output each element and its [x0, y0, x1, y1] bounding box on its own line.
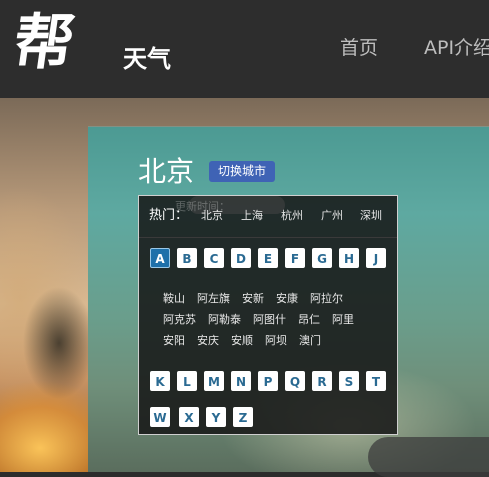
letter-e[interactable]: E [258, 248, 278, 268]
switch-city-button[interactable]: 切换城市 [209, 161, 276, 182]
city-item[interactable]: 安顺 [231, 330, 253, 351]
letter-b[interactable]: B [177, 248, 197, 268]
hot-city-hangzhou[interactable]: 杭州 [281, 209, 303, 223]
city-item[interactable]: 阿图什 [253, 309, 286, 330]
letter-h[interactable]: H [339, 248, 359, 268]
letter-d[interactable]: D [231, 248, 251, 268]
city-line: 阿克苏 阿勒泰 阿图什 昂仁 阿里 [163, 309, 383, 330]
city-item[interactable]: 安阳 [163, 330, 185, 351]
letter-s[interactable]: S [339, 371, 359, 391]
site-header: 帮 天气 首页 API介绍 [0, 0, 489, 99]
nav-item-api[interactable]: API介绍 [424, 34, 489, 62]
bottom-pill [368, 437, 489, 477]
letter-t[interactable]: T [366, 371, 386, 391]
letter-q[interactable]: Q [285, 371, 305, 391]
letter-g[interactable]: G [312, 248, 332, 268]
city-item[interactable]: 安庆 [197, 330, 219, 351]
city-item[interactable]: 阿拉尔 [310, 288, 343, 309]
city-item[interactable]: 阿勒泰 [208, 309, 241, 330]
city-item[interactable]: 安康 [276, 288, 298, 309]
city-item[interactable]: 阿克苏 [163, 309, 196, 330]
city-item[interactable]: 阿里 [332, 309, 354, 330]
city-line: 安阳 安庆 安顺 阿坝 澳门 [163, 330, 383, 351]
letter-a[interactable]: A [150, 248, 170, 268]
letter-c[interactable]: C [204, 248, 224, 268]
letter-r[interactable]: R [312, 371, 332, 391]
letter-f[interactable]: F [285, 248, 305, 268]
letter-k[interactable]: K [150, 371, 170, 391]
hot-city-beijing[interactable]: 北京 [201, 209, 223, 223]
city-item[interactable]: 安新 [242, 288, 264, 309]
city-item[interactable]: 澳门 [299, 330, 321, 351]
current-city-name: 北京 [138, 155, 195, 188]
main-nav: 首页 API介绍 [0, 34, 489, 62]
hot-cities-label: 热门： [149, 208, 189, 223]
city-item[interactable]: 鞍山 [163, 288, 185, 309]
city-item[interactable]: 阿左旗 [197, 288, 230, 309]
letter-y[interactable]: Y [206, 407, 226, 427]
letter-x[interactable]: X [179, 407, 199, 427]
city-line: 鞍山 阿左旗 安新 安康 阿拉尔 [163, 288, 383, 309]
city-list-a: 鞍山 阿左旗 安新 安康 阿拉尔 阿克苏 阿勒泰 阿图什 昂仁 阿里 安阳 安庆… [163, 288, 383, 351]
letter-n[interactable]: N [231, 371, 251, 391]
letter-m[interactable]: M [204, 371, 224, 391]
letter-l[interactable]: L [177, 371, 197, 391]
letter-j[interactable]: J [366, 248, 386, 268]
hot-city-shenzhen[interactable]: 深圳 [360, 209, 382, 223]
city-dropdown: 更新时间： 热门： 北京 上海 杭州 广州 深圳 A B C D E F G H… [138, 195, 398, 435]
hot-cities-row: 热门： 北京 上海 杭州 广州 深圳 [139, 196, 397, 238]
hot-city-guangzhou[interactable]: 广州 [321, 209, 343, 223]
city-item[interactable]: 昂仁 [298, 309, 320, 330]
letter-z[interactable]: Z [233, 407, 253, 427]
letter-p[interactable]: P [258, 371, 278, 391]
city-item[interactable]: 阿坝 [265, 330, 287, 351]
hot-city-shanghai[interactable]: 上海 [241, 209, 263, 223]
nav-item-home[interactable]: 首页 [340, 34, 378, 62]
letter-w[interactable]: W [150, 407, 170, 427]
